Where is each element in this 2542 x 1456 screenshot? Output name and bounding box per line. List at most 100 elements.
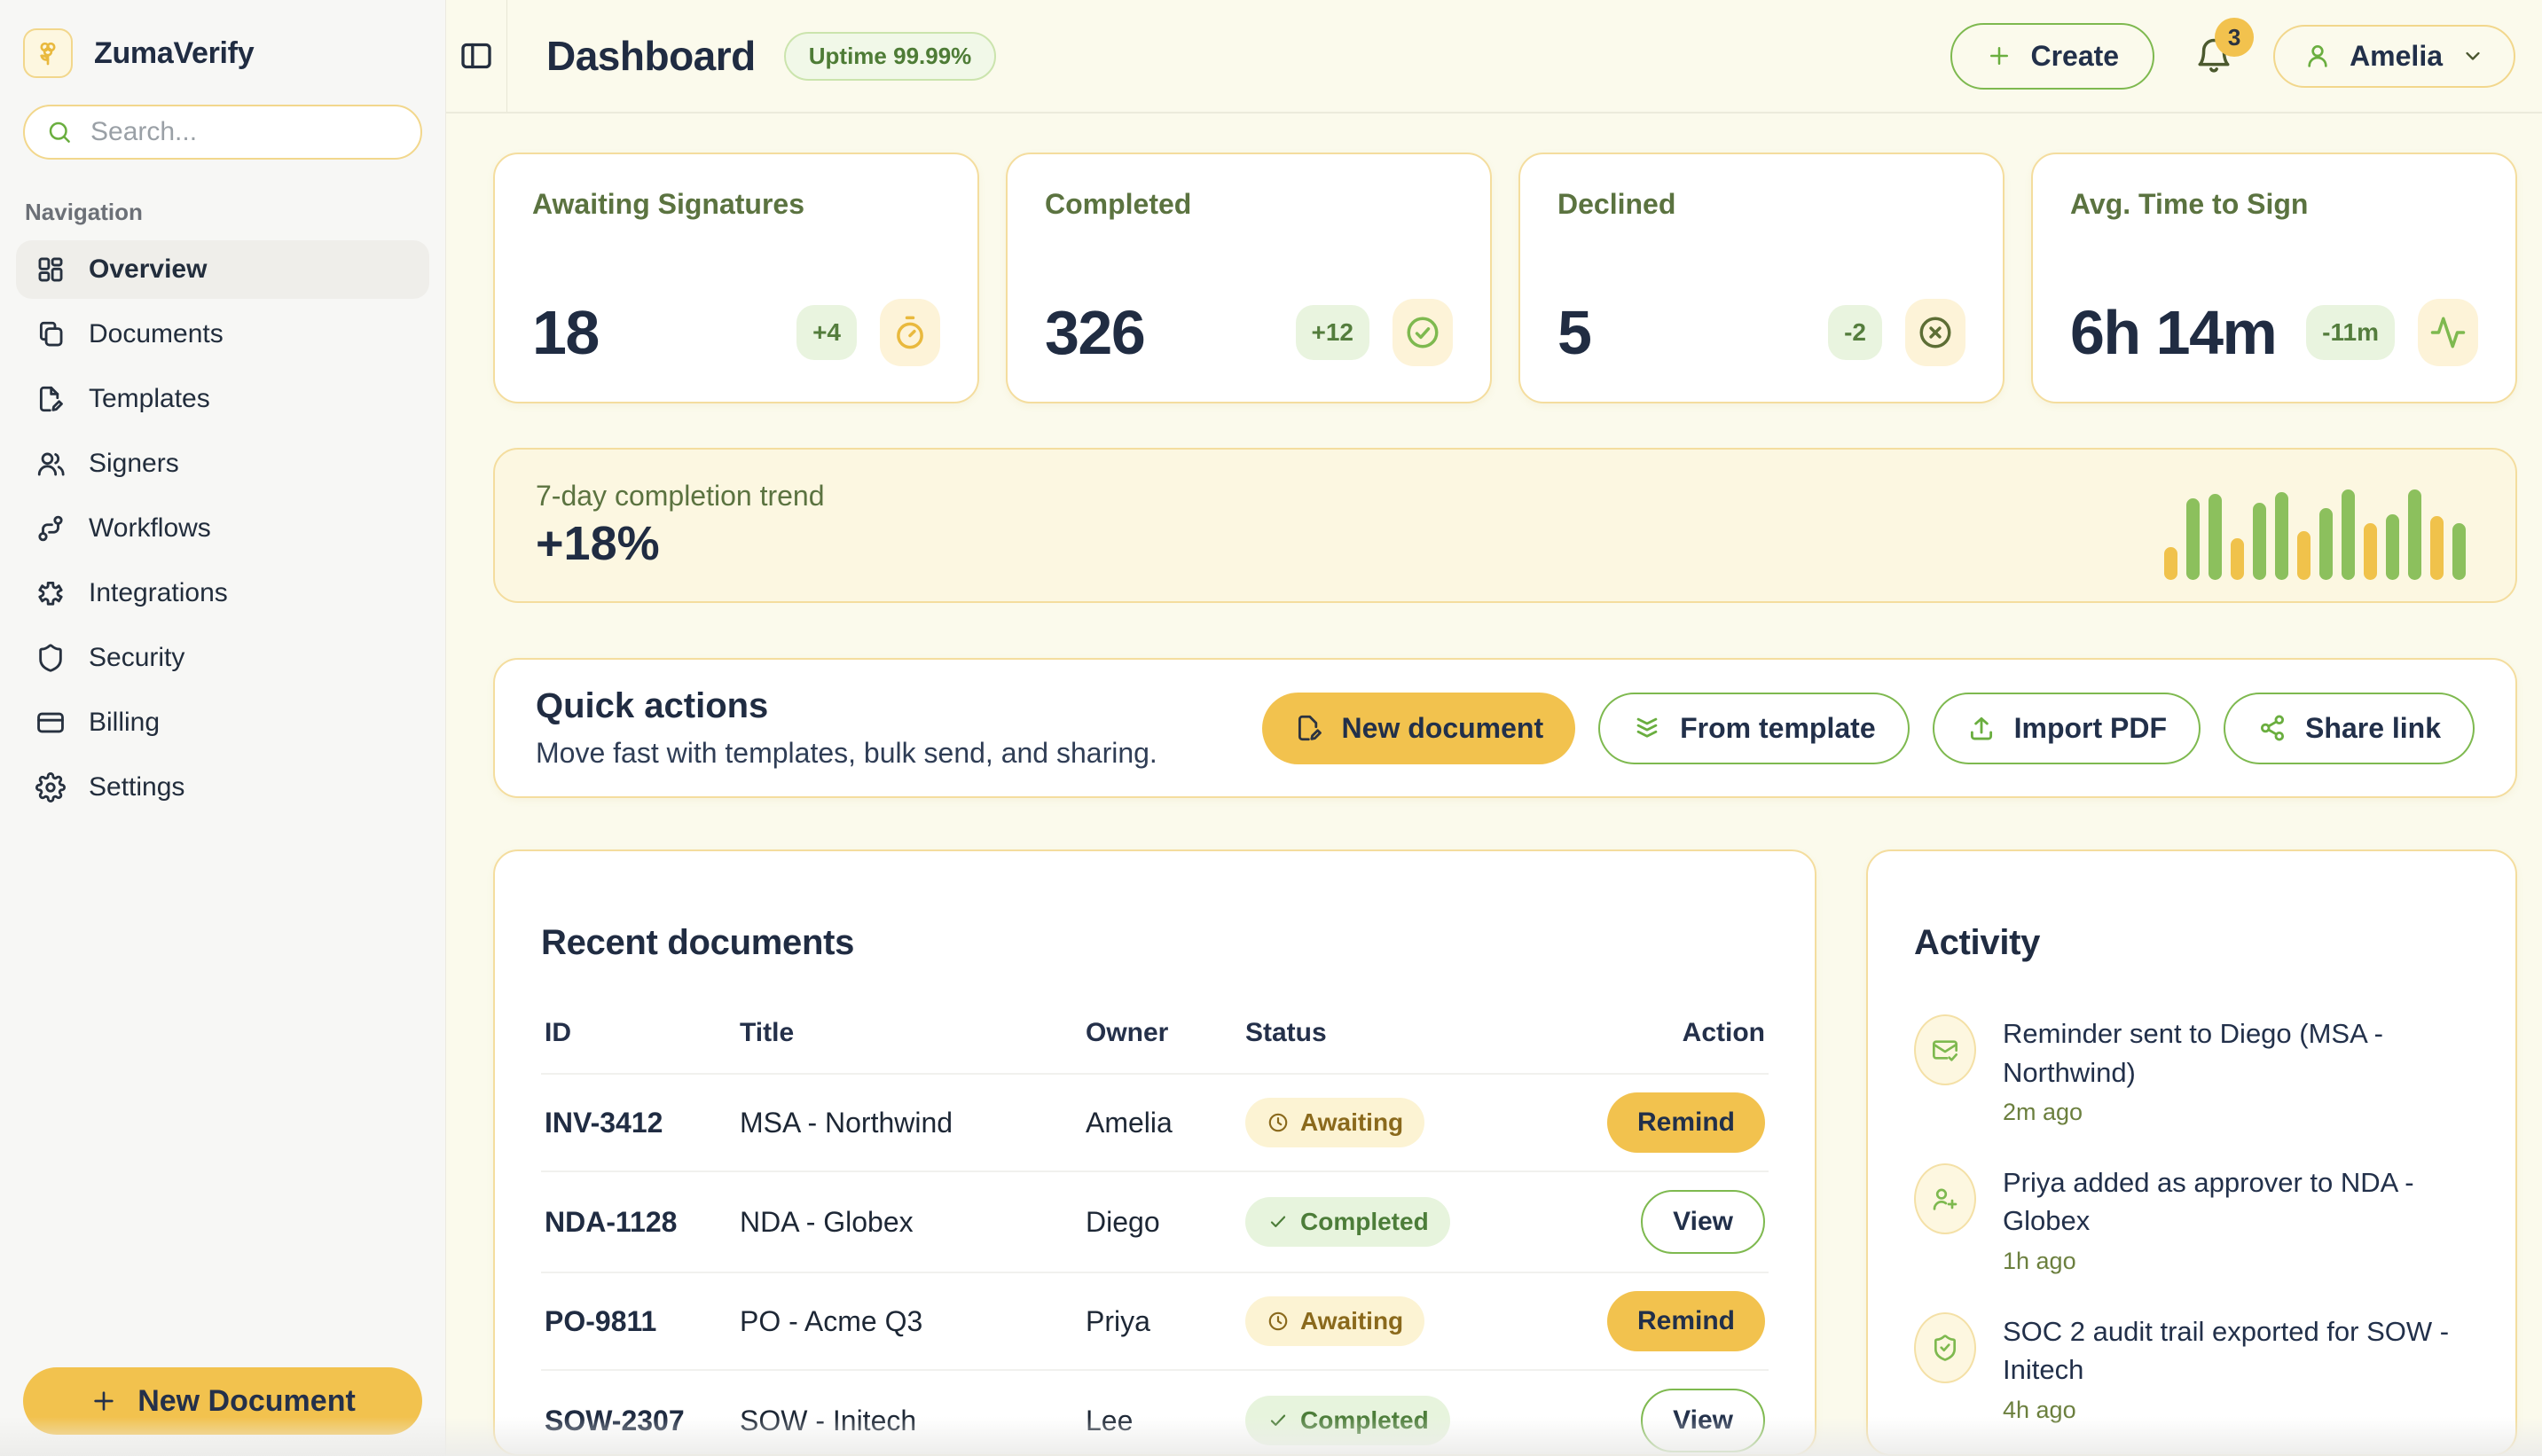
plus-icon (1986, 43, 2012, 69)
trend-bar (2319, 508, 2333, 580)
quick-actions-card: Quick actions Move fast with templates, … (493, 658, 2517, 798)
check-icon (1267, 1210, 1290, 1233)
sidebar-item-billing[interactable]: Billing (16, 693, 429, 752)
doc-owner: Lee (1086, 1405, 1245, 1437)
stat-card-declined: Declined 5 -2 (1518, 153, 2005, 403)
table-row: SOW-2307 SOW - Initech Lee Completed Vie… (541, 1369, 1769, 1456)
trend-label: 7-day completion trend (536, 480, 825, 513)
documents-table: ID Title Owner Status Action INV-3412 MS… (541, 1018, 1769, 1456)
sidebar-item-label: Integrations (89, 578, 228, 608)
main-area: Dashboard Uptime 99.99% Create 3 Amelia … (446, 0, 2542, 1456)
trend-bar (2297, 531, 2311, 580)
sidebar-item-label: Billing (89, 708, 160, 738)
layout-dashboard-icon (35, 254, 66, 285)
column-header-id: ID (545, 1018, 740, 1048)
sidebar-item-documents[interactable]: Documents (16, 305, 429, 364)
brand-name: ZumaVerify (94, 36, 254, 71)
trend-bar (2342, 489, 2355, 579)
dashboard-content: Awaiting Signatures 18 +4 Completed 326 … (446, 114, 2542, 1456)
view-button[interactable]: View (1641, 1389, 1765, 1452)
column-header-title: Title (740, 1018, 1086, 1048)
shield-check-icon (1914, 1312, 1976, 1383)
sidebar-item-integrations[interactable]: Integrations (16, 564, 429, 622)
notification-count-badge: 3 (2215, 18, 2254, 57)
check-circle-icon (1393, 299, 1453, 366)
column-header-action: Action (1683, 1018, 1765, 1048)
clock-icon (1267, 1111, 1290, 1134)
sidebar-item-overview[interactable]: Overview (16, 240, 429, 299)
quick-actions-text: Quick actions Move fast with templates, … (536, 686, 1157, 770)
view-button[interactable]: View (1641, 1190, 1765, 1254)
stat-bottom: 6h 14m -11m (2070, 297, 2478, 368)
activity-pulse-icon (2418, 299, 2478, 366)
sidebar-item-signers[interactable]: Signers (16, 434, 429, 493)
stat-card-awaiting-signatures: Awaiting Signatures 18 +4 (493, 153, 979, 403)
plus-icon (90, 1387, 118, 1415)
trend-bar (2430, 516, 2444, 580)
status-label: Awaiting (1300, 1108, 1403, 1137)
quick-actions-buttons: New document From template Import PDF Sh… (1262, 693, 2475, 764)
table-row: NDA-1128 NDA - Globex Diego Completed Vi… (541, 1170, 1769, 1272)
stat-bottom: 326 +12 (1045, 297, 1453, 368)
stat-delta-badge: -11m (2306, 305, 2395, 360)
remind-button[interactable]: Remind (1607, 1092, 1765, 1153)
notifications-button[interactable]: 3 (2195, 37, 2232, 74)
new-document-button[interactable]: New Document (23, 1367, 422, 1435)
search-box[interactable] (23, 105, 422, 160)
search-input[interactable] (89, 116, 399, 148)
sidebar-item-workflows[interactable]: Workflows (16, 499, 429, 558)
stat-card-avg-time-to-sign: Avg. Time to Sign 6h 14m -11m (2031, 153, 2517, 403)
status-badge: Completed (1245, 1396, 1450, 1445)
trend-bar (2186, 498, 2200, 580)
recent-documents-title: Recent documents (541, 923, 1769, 963)
remind-button[interactable]: Remind (1607, 1291, 1765, 1351)
activity-card: Activity Reminder sent to Diego (MSA - N… (1866, 849, 2517, 1456)
activity-time: 2m ago (2003, 1099, 2469, 1126)
stat-value: 6h 14m (2070, 297, 2276, 368)
shield-icon (35, 643, 66, 673)
activity-text: Priya added as approver to NDA - Globex (2003, 1163, 2469, 1241)
timer-icon (880, 299, 940, 366)
share-link-button[interactable]: Share link (2224, 693, 2475, 764)
table-row: INV-3412 MSA - Northwind Amelia Awaiting… (541, 1073, 1769, 1170)
recent-documents-card: Recent documents ID Title Owner Status A… (493, 849, 1816, 1456)
sidebar-item-label: Overview (89, 254, 207, 285)
stat-value: 18 (532, 297, 599, 368)
x-circle-icon (1905, 299, 1965, 366)
status-label: Completed (1300, 1406, 1429, 1435)
user-menu[interactable]: Amelia (2273, 25, 2515, 88)
doc-id: PO-9811 (545, 1305, 740, 1338)
new-document-quick-button[interactable]: New document (1262, 693, 1576, 764)
panel-left-icon (459, 38, 494, 74)
table-header-row: ID Title Owner Status Action (541, 1018, 1769, 1073)
stat-bottom: 5 -2 (1557, 297, 1965, 368)
stats-row: Awaiting Signatures 18 +4 Completed 326 … (493, 153, 2517, 403)
table-row: PO-9811 PO - Acme Q3 Priya Awaiting Remi… (541, 1272, 1769, 1369)
topbar-right: Create 3 Amelia (1950, 23, 2515, 90)
stat-delta-badge: +4 (796, 305, 857, 360)
sidebar-item-label: Signers (89, 449, 179, 479)
activity-title: Activity (1914, 923, 2469, 963)
stat-delta-badge: +12 (1296, 305, 1370, 360)
stat-value: 5 (1557, 297, 1590, 368)
sidebar-item-templates[interactable]: Templates (16, 370, 429, 428)
button-label: Share link (2305, 712, 2441, 745)
import-pdf-button[interactable]: Import PDF (1933, 693, 2201, 764)
sidebar-item-settings[interactable]: Settings (16, 758, 429, 817)
sidebar-item-security[interactable]: Security (16, 629, 429, 687)
user-plus-icon (1914, 1163, 1976, 1234)
from-template-button[interactable]: From template (1598, 693, 1909, 764)
doc-id: SOW-2307 (545, 1405, 740, 1437)
doc-title: SOW - Initech (740, 1405, 1086, 1437)
column-header-status: Status (1245, 1018, 1683, 1048)
users-icon (35, 449, 66, 479)
documents-icon (35, 319, 66, 349)
sidebar-toggle-button[interactable] (446, 0, 506, 112)
stat-value: 326 (1045, 297, 1144, 368)
sidebar-item-label: Settings (89, 772, 184, 802)
status-badge: Awaiting (1245, 1098, 1424, 1147)
doc-title: NDA - Globex (740, 1206, 1086, 1239)
stat-title: Avg. Time to Sign (2070, 188, 2478, 221)
chevron-down-icon (2460, 43, 2485, 68)
create-button[interactable]: Create (1950, 23, 2154, 90)
